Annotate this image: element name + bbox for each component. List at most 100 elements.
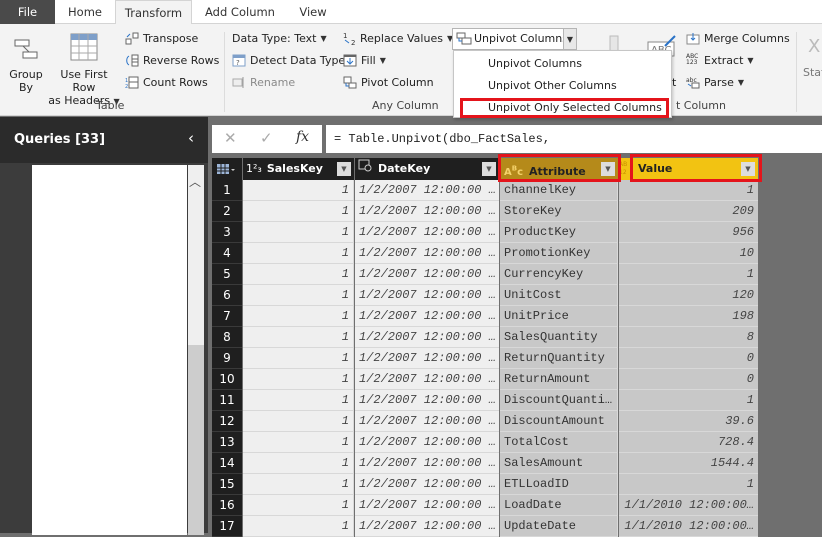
filter-dropdown-icon[interactable]: ▼ bbox=[337, 162, 351, 176]
cell-attribute[interactable]: ReturnQuantity bbox=[500, 348, 618, 369]
cell-attribute[interactable]: DiscountAmount bbox=[500, 411, 618, 432]
cell-attribute[interactable]: UpdateDate bbox=[500, 516, 618, 537]
tab-add-column[interactable]: Add Column bbox=[194, 0, 286, 24]
scrollbar-thumb[interactable] bbox=[188, 345, 204, 535]
cell-value[interactable]: 956 bbox=[619, 222, 758, 243]
cell-value[interactable]: 0 bbox=[619, 348, 758, 369]
cell-datekey[interactable]: 1/2/2007 12:00:00 … bbox=[355, 369, 499, 390]
unpivot-columns-button[interactable]: Unpivot Columns bbox=[456, 32, 568, 45]
cell-value[interactable]: 10 bbox=[619, 243, 758, 264]
filter-dropdown-icon[interactable]: ▼ bbox=[482, 162, 496, 176]
cell-value[interactable]: 1/1/2010 12:00:00… bbox=[619, 495, 758, 516]
cell-value[interactable]: 209 bbox=[619, 201, 758, 222]
row-number[interactable]: 11 bbox=[212, 390, 242, 411]
cell-saleskey[interactable]: 1 bbox=[243, 432, 354, 453]
cell-datekey[interactable]: 1/2/2007 12:00:00 … bbox=[355, 411, 499, 432]
table-menu-button[interactable] bbox=[212, 158, 242, 180]
cell-datekey[interactable]: 1/2/2007 12:00:00 … bbox=[355, 327, 499, 348]
cell-datekey[interactable]: 1/2/2007 12:00:00 … bbox=[355, 180, 499, 201]
fx-icon[interactable]: fx bbox=[296, 129, 309, 145]
cell-value[interactable]: 0 bbox=[619, 369, 758, 390]
cell-value[interactable]: 1/1/2010 12:00:00… bbox=[619, 516, 758, 537]
transpose-button[interactable]: Transpose bbox=[125, 32, 198, 45]
cell-attribute[interactable]: ReturnAmount bbox=[500, 369, 618, 390]
cell-value[interactable]: 120 bbox=[619, 285, 758, 306]
cell-saleskey[interactable]: 1 bbox=[243, 327, 354, 348]
row-number[interactable]: 17 bbox=[212, 516, 242, 537]
row-number[interactable]: 1 bbox=[212, 180, 242, 201]
extract-dropdown[interactable]: ABC 123 Extract ▼ bbox=[686, 54, 754, 68]
cell-datekey[interactable]: 1/2/2007 12:00:00 … bbox=[355, 243, 499, 264]
cell-value[interactable]: 8 bbox=[619, 327, 758, 348]
cell-attribute[interactable]: LoadDate bbox=[500, 495, 618, 516]
tab-file[interactable]: File bbox=[0, 0, 55, 24]
cell-attribute[interactable]: ProductKey bbox=[500, 222, 618, 243]
cell-saleskey[interactable]: 1 bbox=[243, 243, 354, 264]
tab-transform[interactable]: Transform bbox=[115, 0, 192, 25]
cell-value[interactable]: 1 bbox=[619, 264, 758, 285]
cell-datekey[interactable]: 1/2/2007 12:00:00 … bbox=[355, 222, 499, 243]
queries-list[interactable] bbox=[32, 165, 187, 535]
cell-datekey[interactable]: 1/2/2007 12:00:00 … bbox=[355, 201, 499, 222]
cell-saleskey[interactable]: 1 bbox=[243, 516, 354, 537]
cell-datekey[interactable]: 1/2/2007 12:00:00 … bbox=[355, 285, 499, 306]
cell-value[interactable]: 1 bbox=[619, 474, 758, 495]
row-number[interactable]: 6 bbox=[212, 285, 242, 306]
count-rows-button[interactable]: 12 Count Rows bbox=[125, 76, 208, 90]
cell-datekey[interactable]: 1/2/2007 12:00:00 … bbox=[355, 474, 499, 495]
tab-home[interactable]: Home bbox=[56, 0, 114, 24]
row-number[interactable]: 2 bbox=[212, 201, 242, 222]
cell-saleskey[interactable]: 1 bbox=[243, 201, 354, 222]
cell-value[interactable]: 1 bbox=[619, 390, 758, 411]
reverse-rows-button[interactable]: Reverse Rows bbox=[125, 54, 219, 67]
row-number[interactable]: 7 bbox=[212, 306, 242, 327]
row-number[interactable]: 4 bbox=[212, 243, 242, 264]
row-number[interactable]: 13 bbox=[212, 432, 242, 453]
menu-item-unpivot-columns[interactable]: Unpivot Columns bbox=[488, 57, 582, 70]
cell-value[interactable]: 728.4 bbox=[619, 432, 758, 453]
cell-saleskey[interactable]: 1 bbox=[243, 285, 354, 306]
cell-saleskey[interactable]: 1 bbox=[243, 306, 354, 327]
cell-attribute[interactable]: TotalCost bbox=[500, 432, 618, 453]
detect-data-type-button[interactable]: ? Detect Data Type bbox=[232, 54, 345, 67]
cell-datekey[interactable]: 1/2/2007 12:00:00 … bbox=[355, 306, 499, 327]
cancel-icon[interactable]: ✕ bbox=[224, 129, 237, 147]
cell-datekey[interactable]: 1/2/2007 12:00:00 … bbox=[355, 516, 499, 537]
cell-attribute[interactable]: PromotionKey bbox=[500, 243, 618, 264]
cell-saleskey[interactable]: 1 bbox=[243, 180, 354, 201]
cell-datekey[interactable]: 1/2/2007 12:00:00 … bbox=[355, 348, 499, 369]
tab-view[interactable]: View bbox=[288, 0, 338, 24]
cell-datekey[interactable]: 1/2/2007 12:00:00 … bbox=[355, 432, 499, 453]
cell-saleskey[interactable]: 1 bbox=[243, 474, 354, 495]
row-number[interactable]: 8 bbox=[212, 327, 242, 348]
row-number[interactable]: 5 bbox=[212, 264, 242, 285]
row-number[interactable]: 12 bbox=[212, 411, 242, 432]
row-number[interactable]: 16 bbox=[212, 495, 242, 516]
cell-attribute[interactable]: CurrencyKey bbox=[500, 264, 618, 285]
row-number[interactable]: 3 bbox=[212, 222, 242, 243]
row-number[interactable]: 14 bbox=[212, 453, 242, 474]
row-number[interactable]: 15 bbox=[212, 474, 242, 495]
cell-attribute[interactable]: DiscountQuanti… bbox=[500, 390, 618, 411]
cell-saleskey[interactable]: 1 bbox=[243, 369, 354, 390]
parse-dropdown[interactable]: abc Parse ▼ bbox=[686, 76, 744, 89]
merge-columns-button[interactable]: Merge Columns bbox=[686, 32, 790, 45]
cell-saleskey[interactable]: 1 bbox=[243, 264, 354, 285]
whole-number-type-icon[interactable]: 1²₃ bbox=[246, 162, 262, 175]
cell-attribute[interactable]: channelKey bbox=[500, 180, 618, 201]
formula-input[interactable]: = Table.Unpivot(dbo_FactSales, bbox=[326, 125, 822, 153]
statistics-button[interactable]: Stat bbox=[803, 66, 822, 79]
cell-value[interactable]: 1 bbox=[619, 180, 758, 201]
cell-attribute[interactable]: UnitPrice bbox=[500, 306, 618, 327]
confirm-icon[interactable]: ✓ bbox=[260, 129, 273, 147]
cell-attribute[interactable]: ETLLoadID bbox=[500, 474, 618, 495]
use-first-row-as-headers-button[interactable]: Use First Row as Headers ▼ bbox=[48, 32, 120, 108]
cell-saleskey[interactable]: 1 bbox=[243, 411, 354, 432]
datetime-type-icon[interactable] bbox=[358, 158, 374, 180]
column-header-datekey[interactable]: DateKey ▼ bbox=[355, 158, 499, 180]
cell-datekey[interactable]: 1/2/2007 12:00:00 … bbox=[355, 390, 499, 411]
cell-attribute[interactable]: SalesAmount bbox=[500, 453, 618, 474]
row-number[interactable]: 9 bbox=[212, 348, 242, 369]
cell-attribute[interactable]: SalesQuantity bbox=[500, 327, 618, 348]
queries-scrollbar[interactable]: ︿ bbox=[188, 165, 204, 535]
